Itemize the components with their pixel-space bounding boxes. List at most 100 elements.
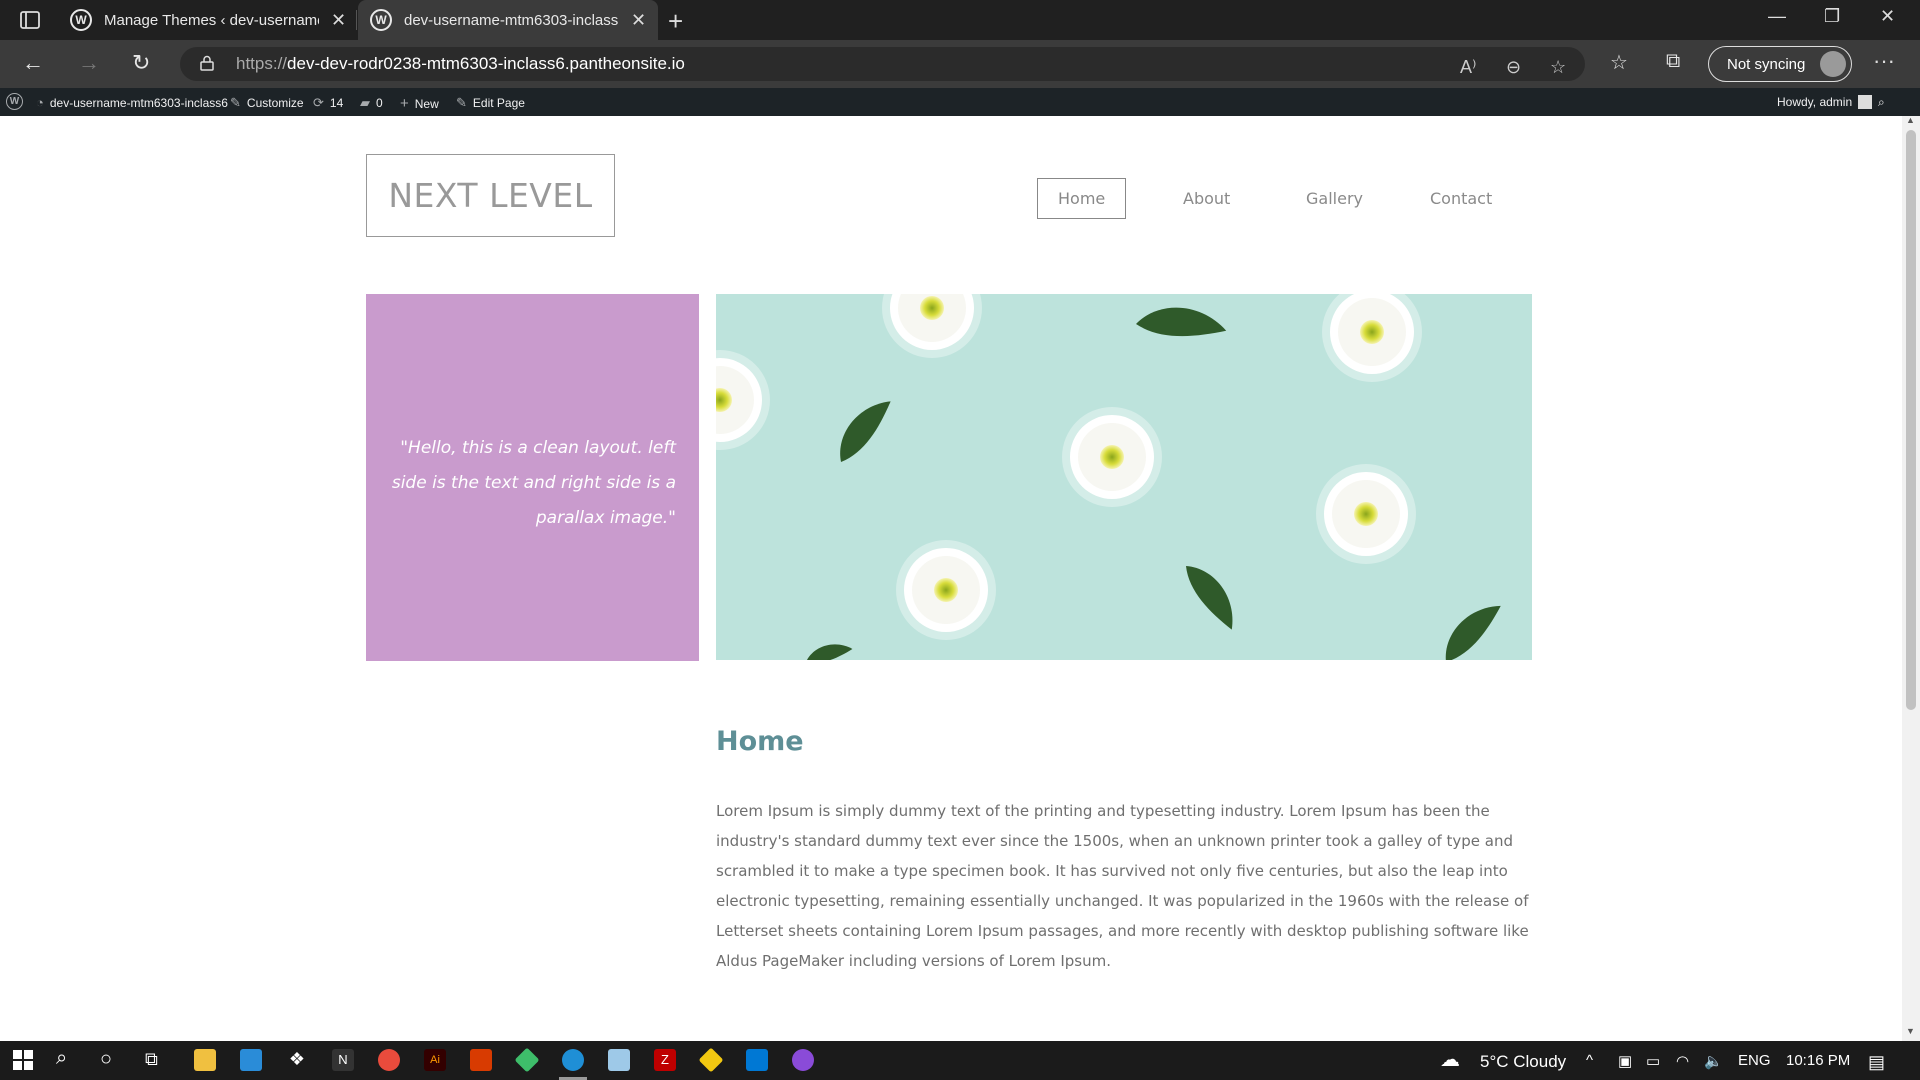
tab-actions-icon[interactable] bbox=[18, 8, 42, 32]
site-logo[interactable]: NEXT LEVEL bbox=[366, 154, 615, 237]
favorites-icon[interactable]: ☆ bbox=[1610, 50, 1628, 75]
leaf bbox=[826, 392, 900, 466]
edit-page-label: Edit Page bbox=[472, 96, 525, 110]
edge-icon[interactable] bbox=[562, 1049, 584, 1071]
url-field[interactable]: https://dev-dev-rodr0238-mtm6303-inclass… bbox=[180, 47, 1585, 81]
more-menu-icon[interactable]: ··· bbox=[1873, 48, 1895, 74]
meet-now-icon[interactable]: ▣ bbox=[1618, 1052, 1632, 1070]
tab-title: dev-username-mtm6303-inclass6 bbox=[404, 11, 619, 29]
collections-icon[interactable]: ⧉ bbox=[1666, 50, 1680, 73]
updates-count: 14 bbox=[329, 96, 344, 110]
back-icon[interactable]: ← bbox=[22, 50, 44, 76]
notion-icon[interactable]: N bbox=[332, 1049, 354, 1071]
lock-icon[interactable] bbox=[200, 55, 214, 71]
wifi-icon[interactable]: ◠ bbox=[1676, 1052, 1689, 1070]
admin-updates[interactable]: ⟳ 14 bbox=[313, 95, 343, 111]
page-title: Home bbox=[716, 726, 804, 757]
quote-text: "Hello, this is a clean layout. left sid… bbox=[391, 438, 676, 528]
site-logo-text: NEXT LEVEL bbox=[388, 176, 593, 215]
admin-customize[interactable]: ✎ Customize bbox=[230, 95, 304, 111]
page-scrollbar[interactable]: ▲ ▼ bbox=[1902, 115, 1920, 1041]
weather-text[interactable]: 5°C Cloudy bbox=[1480, 1052, 1566, 1072]
url-host: dev-dev-rodr0238-mtm6303-inclass6.panthe… bbox=[287, 54, 685, 73]
wordpress-icon: W bbox=[370, 9, 392, 31]
scroll-up-icon[interactable]: ▲ bbox=[1906, 115, 1915, 125]
zoom-out-icon[interactable]: ⊖ bbox=[1506, 57, 1521, 78]
howdy-label: Howdy, admin bbox=[1777, 95, 1853, 109]
flower bbox=[1322, 294, 1422, 382]
leaf bbox=[1181, 555, 1244, 637]
nav-about-label: About bbox=[1183, 189, 1231, 208]
admin-avatar bbox=[1858, 95, 1873, 109]
tab-site[interactable]: W dev-username-mtm6303-inclass6 ✕ bbox=[358, 0, 658, 40]
git-app-icon[interactable] bbox=[514, 1047, 540, 1073]
filezilla-icon[interactable]: Z bbox=[654, 1049, 676, 1071]
leaf bbox=[803, 641, 854, 660]
github-desktop-icon[interactable] bbox=[792, 1049, 814, 1071]
admin-new[interactable]: + New bbox=[400, 95, 439, 112]
admin-account[interactable]: Howdy, admin bbox=[1777, 95, 1873, 109]
tab-manage-themes[interactable]: W Manage Themes ‹ dev-username-mtm6303-i… bbox=[70, 0, 355, 40]
notifications-icon[interactable]: ▤ bbox=[1868, 1052, 1885, 1073]
refresh-icon[interactable]: ↻ bbox=[132, 50, 150, 76]
page-viewport: NEXT LEVEL Home About Gallery Contact "H… bbox=[0, 116, 1902, 1041]
site-name-label: dev-username-mtm6303-inclass6 bbox=[49, 95, 228, 110]
nav-gallery[interactable]: Gallery bbox=[1306, 189, 1363, 208]
illustrator-icon[interactable]: Ai bbox=[424, 1049, 446, 1071]
scroll-down-icon[interactable]: ▼ bbox=[1906, 1026, 1915, 1036]
nav-home-label: Home bbox=[1058, 189, 1106, 208]
windows-start-icon[interactable] bbox=[12, 1049, 34, 1071]
sync-label: Not syncing bbox=[1727, 55, 1806, 73]
sync-button[interactable]: Not syncing bbox=[1708, 46, 1852, 82]
search-icon[interactable]: ⌕ bbox=[56, 1047, 67, 1070]
wordpress-icon: W bbox=[70, 9, 92, 31]
admin-comments[interactable]: ▰ 0 bbox=[360, 95, 383, 111]
leaf bbox=[1135, 300, 1229, 346]
flower bbox=[1316, 464, 1416, 564]
language-indicator[interactable]: ENG bbox=[1738, 1052, 1771, 1069]
chrome-icon[interactable] bbox=[378, 1049, 400, 1071]
plus-icon: + bbox=[400, 95, 409, 112]
nav-about[interactable]: About bbox=[1183, 189, 1230, 208]
battery-icon[interactable]: ▭ bbox=[1646, 1052, 1660, 1070]
clock[interactable]: 10:16 PM bbox=[1786, 1052, 1850, 1069]
page-body-text: Lorem Ipsum is simply dummy text of the … bbox=[716, 802, 1529, 970]
cloud-icon: ☁ bbox=[1440, 1049, 1460, 1071]
minimize-icon[interactable]: — bbox=[1768, 6, 1786, 27]
wp-logo-icon[interactable]: W bbox=[6, 93, 23, 110]
read-aloud-icon[interactable]: A⁾ bbox=[1460, 57, 1476, 78]
comment-icon: ▰ bbox=[360, 95, 370, 110]
vscode-icon[interactable] bbox=[746, 1049, 768, 1071]
restore-icon[interactable]: ❐ bbox=[1824, 6, 1840, 27]
add-favorite-icon[interactable]: ☆ bbox=[1550, 57, 1566, 78]
notes-icon[interactable] bbox=[608, 1049, 630, 1071]
nav-contact[interactable]: Contact bbox=[1430, 189, 1492, 208]
admin-edit-page[interactable]: ✎ Edit Page bbox=[456, 95, 525, 111]
updates-icon: ⟳ bbox=[313, 95, 324, 110]
cortana-icon[interactable]: ○ bbox=[100, 1048, 112, 1071]
profile-avatar-icon bbox=[1820, 51, 1846, 77]
scroll-thumb[interactable] bbox=[1906, 130, 1916, 710]
sourcetree-icon[interactable] bbox=[698, 1047, 724, 1073]
customize-label: Customize bbox=[246, 96, 304, 110]
admin-search-icon[interactable]: ⌕ bbox=[1878, 95, 1885, 110]
forward-icon[interactable]: → bbox=[78, 50, 100, 76]
admin-site-name[interactable]: ◔ dev-username-mtm6303-inclass6 bbox=[36, 95, 228, 110]
window-close-icon[interactable]: ✕ bbox=[1880, 6, 1895, 27]
nav-home[interactable]: Home bbox=[1037, 178, 1127, 219]
wp-admin-bar: W ◔ dev-username-mtm6303-inclass6 ✎ Cust… bbox=[0, 88, 1920, 116]
nav-contact-label: Contact bbox=[1430, 189, 1493, 208]
close-icon[interactable]: ✕ bbox=[331, 10, 346, 31]
close-icon[interactable]: ✕ bbox=[631, 10, 646, 31]
volume-icon[interactable]: 🔈 bbox=[1704, 1052, 1723, 1070]
mail-icon[interactable] bbox=[240, 1049, 262, 1071]
task-view-icon[interactable]: ⧉ bbox=[145, 1049, 158, 1070]
office-icon[interactable] bbox=[470, 1049, 492, 1071]
flowers-image bbox=[716, 294, 1509, 660]
new-tab-icon[interactable]: + bbox=[668, 6, 683, 37]
flower bbox=[896, 540, 996, 640]
chevron-up-icon[interactable]: ^ bbox=[1586, 1052, 1593, 1069]
file-explorer-icon[interactable] bbox=[194, 1049, 216, 1071]
comments-count: 0 bbox=[376, 96, 383, 110]
dropbox-icon[interactable]: ❖ bbox=[286, 1049, 308, 1071]
